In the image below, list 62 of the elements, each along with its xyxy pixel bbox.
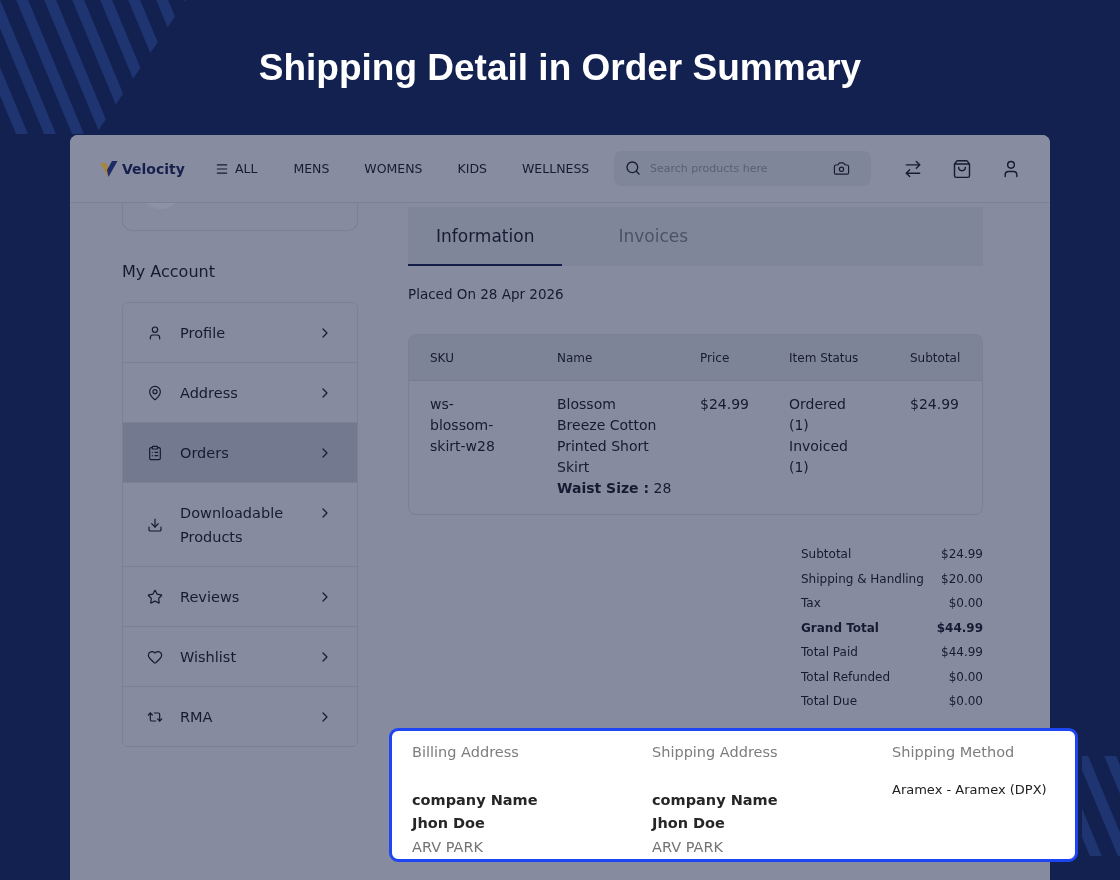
total-value: $24.99: [941, 547, 983, 562]
total-label: Total Paid: [801, 645, 858, 660]
company-name: company Name: [412, 790, 538, 810]
tab[interactable]: Information: [408, 207, 563, 266]
total-value: $20.00: [941, 571, 983, 586]
sidebar-item[interactable]: Orders: [123, 422, 357, 482]
star-icon: [147, 589, 163, 605]
camera-icon[interactable]: [833, 160, 850, 177]
total-label: Subtotal: [801, 547, 852, 562]
table-cell-text: $24.99: [700, 395, 750, 414]
contact-name: Jhon Doe: [652, 814, 725, 833]
table-cell-text: $24.99: [910, 395, 960, 414]
total-value: $0.00: [948, 694, 983, 709]
shopping-bag-icon[interactable]: [952, 158, 972, 179]
contact-name: Jhon Doe: [412, 814, 485, 833]
total-label: Shipping & Handling: [801, 571, 924, 586]
section-heading: Billing Address: [412, 742, 519, 762]
sidebar-item[interactable]: RMA: [123, 686, 357, 746]
user-icon[interactable]: [1001, 158, 1021, 179]
item-status: Invoiced (1): [789, 437, 849, 477]
total-value: $0.00: [948, 596, 983, 611]
nav-link[interactable]: KIDS: [457, 161, 487, 176]
column-header: Price: [700, 350, 731, 365]
download-icon: [147, 517, 163, 533]
exchange-arrows-icon: [147, 709, 163, 725]
page-title: Shipping Detail in Order Summary: [258, 46, 862, 90]
order-date: Placed On 28 Apr 2026: [408, 285, 565, 304]
search-icon: [625, 160, 641, 176]
section-heading: Shipping Address: [652, 742, 778, 762]
nav-link[interactable]: WELLNESS: [522, 161, 590, 176]
section-heading: Shipping Method: [892, 742, 1015, 762]
location-pin-icon: [147, 385, 163, 401]
all-menu-button[interactable]: ALL: [214, 161, 258, 176]
brand-logo[interactable]: Velocity: [100, 160, 185, 177]
total-label: Grand Total: [801, 620, 879, 635]
column-header: Subtotal: [910, 350, 962, 365]
total-value: $44.99: [936, 620, 983, 635]
shipping-method: Aramex - Aramex (DPX): [892, 780, 1047, 799]
total-value: $0.00: [948, 669, 983, 684]
product-option: Waist Size : 28: [557, 478, 672, 499]
total-label: Total Refunded: [801, 669, 891, 684]
column-header: SKU: [430, 350, 455, 365]
total-value: $44.99: [941, 645, 983, 660]
swap-arrows-icon[interactable]: [903, 158, 923, 179]
user-icon: [147, 325, 163, 341]
total-label: Total Due: [801, 694, 858, 709]
section-heading: My Account: [122, 261, 216, 283]
logo-icon: [100, 160, 118, 177]
street-address: ARV PARK: [412, 837, 484, 857]
company-name: company Name: [652, 790, 778, 810]
street-address: ARV PARK: [652, 837, 724, 857]
table-cell-text: ws-blossom-skirt-w28: [430, 395, 496, 456]
column-header: Item Status: [789, 350, 860, 365]
product-name: Blossom Breeze Cotton Printed Short Skirt: [557, 395, 658, 477]
item-status: Ordered (1): [789, 395, 847, 435]
nav-link[interactable]: WOMENS: [364, 161, 423, 176]
total-label: Tax: [801, 596, 821, 611]
nav-link[interactable]: MENS: [293, 161, 330, 176]
column-header: Name: [557, 350, 594, 365]
clipboard-icon: [147, 445, 163, 461]
heart-icon: [147, 649, 163, 665]
menu-icon: [214, 161, 229, 176]
